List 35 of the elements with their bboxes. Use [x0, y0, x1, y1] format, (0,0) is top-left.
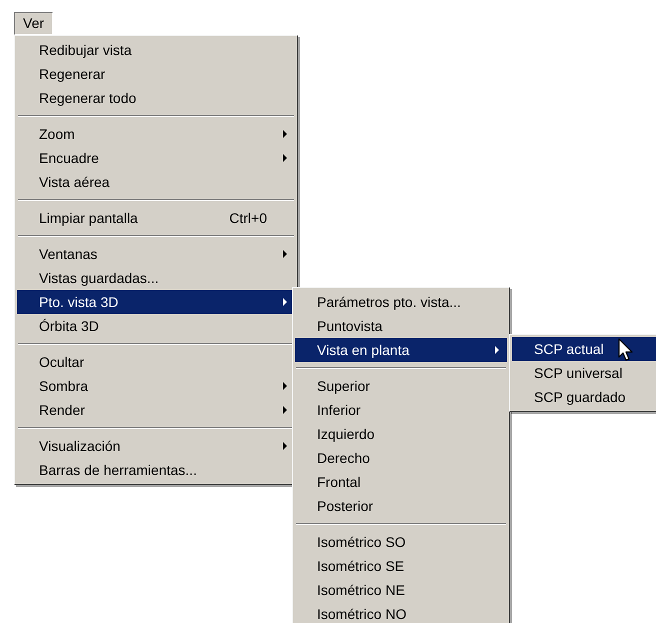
menu-item[interactable]: Derecho: [295, 446, 507, 470]
menu-item[interactable]: Inferior: [295, 398, 507, 422]
menu-item[interactable]: Sombra: [17, 374, 295, 398]
menu-item[interactable]: SCP guardado: [512, 385, 656, 409]
menu-item[interactable]: Regenerar: [17, 62, 295, 86]
menu-item[interactable]: Encuadre: [17, 146, 295, 170]
menu-item[interactable]: Zoom: [17, 122, 295, 146]
menu-item[interactable]: Puntovista: [295, 314, 507, 338]
shortcut-label: Ctrl+0: [229, 208, 268, 228]
menu-item[interactable]: Vista aérea: [17, 170, 295, 194]
menu-item[interactable]: Isométrico NO: [295, 602, 507, 623]
menu-item[interactable]: Superior: [295, 374, 507, 398]
menu-bar-item[interactable]: Ver: [14, 12, 54, 35]
menu-item[interactable]: Pto. vista 3D: [17, 290, 295, 314]
menu-item[interactable]: Vista en planta: [295, 338, 507, 362]
menu-item[interactable]: Órbita 3D: [17, 314, 295, 338]
menu-item[interactable]: SCP universal: [512, 361, 656, 385]
menu-item[interactable]: Vistas guardadas...: [17, 266, 295, 290]
menu-item[interactable]: Posterior: [295, 494, 507, 518]
menu-item[interactable]: Isométrico NE: [295, 578, 507, 602]
menu-item[interactable]: Redibujar vista: [17, 38, 295, 62]
menu-item[interactable]: Isométrico SE: [295, 554, 507, 578]
menu-item[interactable]: Isométrico SO: [295, 530, 507, 554]
menu-item[interactable]: Parámetros pto. vista...: [295, 290, 507, 314]
pointer-icon: [618, 338, 634, 362]
menu-item[interactable]: Ventanas: [17, 242, 295, 266]
menu-item[interactable]: Frontal: [295, 470, 507, 494]
menu-item[interactable]: Ocultar: [17, 350, 295, 374]
menu-item[interactable]: Render: [17, 398, 295, 422]
menu-item[interactable]: SCP actual: [512, 337, 656, 361]
menu-item[interactable]: Limpiar pantalla Ctrl+0: [17, 206, 295, 230]
menu-item[interactable]: Visualización: [17, 434, 295, 458]
menu-item[interactable]: Barras de herramientas...: [17, 458, 295, 482]
menu-item[interactable]: Regenerar todo: [17, 86, 295, 110]
menu-item[interactable]: Izquierdo: [295, 422, 507, 446]
